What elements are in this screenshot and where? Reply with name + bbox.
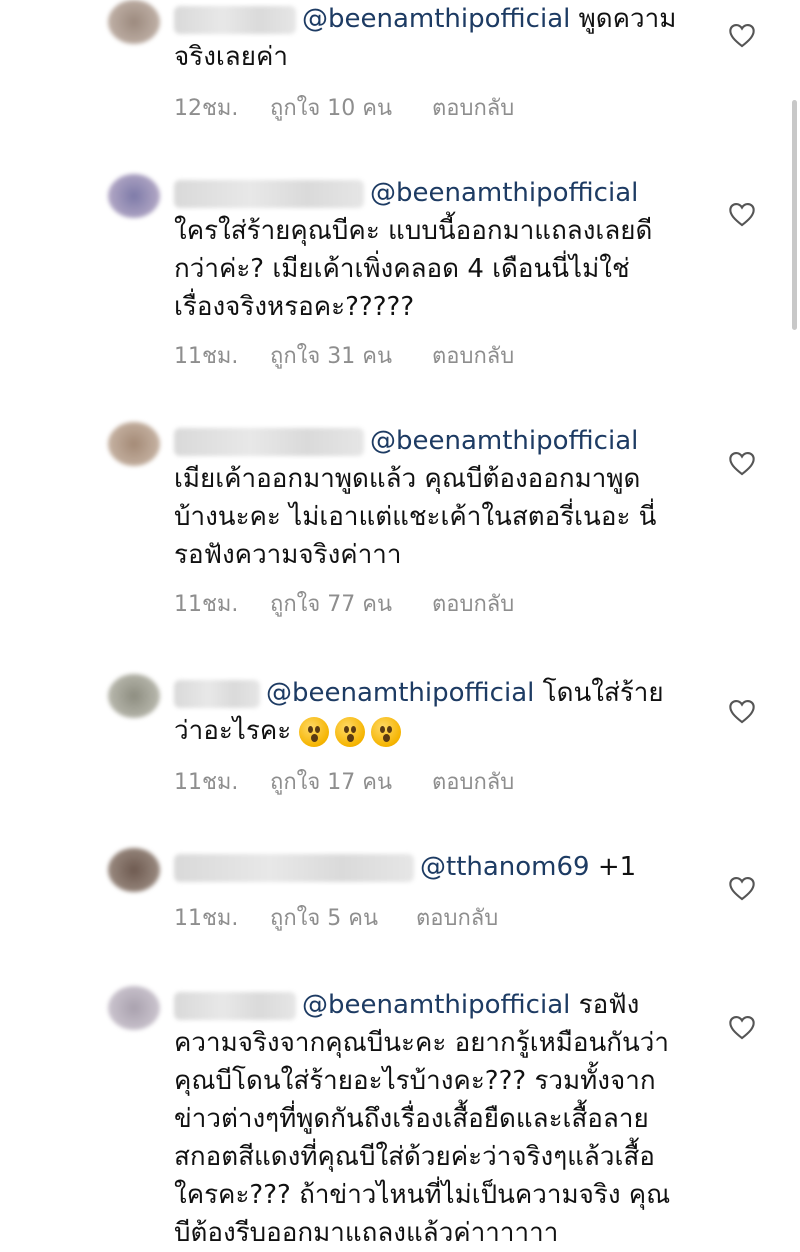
comment-meta: 11ชม. ถูกใจ 5 คน ตอบกลับ xyxy=(174,900,498,935)
heart-icon[interactable] xyxy=(728,22,756,48)
comment-text: ใครใส่ร้ายคุณบีคะ แบบนี้ออกมาแถลงเลยดี xyxy=(174,216,653,246)
like-count[interactable]: ถูกใจ 17 คน xyxy=(270,764,432,799)
mention-link[interactable]: @beenamthipofficial xyxy=(370,178,638,208)
comment-text: ว่าอะไรคะ xyxy=(174,716,292,746)
scrollbar[interactable] xyxy=(792,100,797,330)
like-count[interactable]: ถูกใจ 31 คน xyxy=(270,338,432,373)
comment-text: รอฟังความจริงค่าาา xyxy=(174,540,402,570)
comment-body: @beenamthipofficial พูดความ จริงเลยค่า xyxy=(174,0,704,76)
mention-link[interactable]: @tthanom69 xyxy=(420,852,590,882)
heart-icon[interactable] xyxy=(728,201,756,227)
comment-body: @beenamthipofficial รอฟัง ความจริงจากคุณ… xyxy=(174,986,704,1252)
username-blurred[interactable] xyxy=(174,5,296,34)
comment-body: @beenamthipofficial โดนใส่ร้าย ว่าอะไรคะ xyxy=(174,674,704,750)
comment-text: เมียเค้าออกมาพูดแล้ว คุณบีต้องออกมาพูด xyxy=(174,464,641,494)
comment-text: โดนใส่ร้าย xyxy=(542,678,664,708)
hushed-face-emoji xyxy=(371,716,402,747)
comment-meta: 12ชม. ถูกใจ 10 คน ตอบกลับ xyxy=(174,90,514,125)
comment-body: @beenamthipofficial ใครใส่ร้ายคุณบีคะ แบ… xyxy=(174,174,704,326)
username-blurred[interactable] xyxy=(174,179,364,208)
comment-text: เรื่องจริงหรอคะ????? xyxy=(174,292,415,322)
like-count[interactable]: ถูกใจ 77 คน xyxy=(270,586,432,621)
comment-text: +1 xyxy=(597,852,637,882)
comment-body: @tthanom69 +1 xyxy=(174,848,704,886)
mention-link[interactable]: @beenamthipofficial xyxy=(302,4,570,34)
comment-text: ความจริงจากคุณบีนะคะ อยากรู้เหมือนกันว่า xyxy=(174,1028,670,1058)
timestamp: 11ชม. xyxy=(174,906,239,931)
avatar[interactable] xyxy=(108,174,160,218)
username-blurred[interactable] xyxy=(174,427,364,456)
comment-text: ข่าวต่างๆที่พูดกันถึงเรื่องเสื้อยืดและเส… xyxy=(174,1104,649,1134)
like-count[interactable]: ถูกใจ 5 คน xyxy=(270,900,416,935)
avatar[interactable] xyxy=(108,674,160,718)
comment-meta: 11ชม. ถูกใจ 77 คน ตอบกลับ xyxy=(174,586,514,621)
avatar[interactable] xyxy=(108,422,160,466)
heart-icon[interactable] xyxy=(728,1014,756,1040)
username-blurred[interactable] xyxy=(174,853,414,882)
timestamp: 12ชม. xyxy=(174,96,239,121)
timestamp: 11ชม. xyxy=(174,770,239,795)
hushed-face-emoji xyxy=(299,716,330,747)
reply-button[interactable]: ตอบกลับ xyxy=(432,764,514,799)
comment-meta: 11ชม. ถูกใจ 17 คน ตอบกลับ xyxy=(174,764,514,799)
heart-icon[interactable] xyxy=(728,698,756,724)
username-blurred[interactable] xyxy=(174,991,296,1020)
comment-meta: 11ชม. ถูกใจ 31 คน ตอบกลับ xyxy=(174,338,514,373)
comment-text: จริงเลยค่า xyxy=(174,42,288,72)
avatar[interactable] xyxy=(108,0,160,44)
comment-text: ใครคะ??? ถ้าข่าวไหนที่ไม่เป็นความจริง คุ… xyxy=(174,1180,671,1210)
comment-text: บ้างนะคะ ไม่เอาแต่แชะเค้าในสตอรี่เนอะ นี… xyxy=(174,502,657,532)
reply-button[interactable]: ตอบกลับ xyxy=(416,900,498,935)
reply-button[interactable]: ตอบกลับ xyxy=(432,90,514,125)
mention-link[interactable]: @beenamthipofficial xyxy=(302,990,570,1020)
hushed-face-emoji xyxy=(335,716,366,747)
timestamp: 11ชม. xyxy=(174,344,239,369)
mention-link[interactable]: @beenamthipofficial xyxy=(370,426,638,456)
avatar[interactable] xyxy=(108,848,160,892)
comment-text: รอฟัง xyxy=(578,990,640,1020)
heart-icon[interactable] xyxy=(728,875,756,901)
comment-body: @beenamthipofficial เมียเค้าออกมาพูดแล้ว… xyxy=(174,422,704,574)
comment-text: คุณบีโดนใส่ร้ายอะไรบ้างคะ??? รวมทั้งจาก xyxy=(174,1066,656,1096)
reply-button[interactable]: ตอบกลับ xyxy=(432,586,514,621)
timestamp: 11ชม. xyxy=(174,592,239,617)
comment-text: สกอตสีแดงที่คุณบีใส่ด้วยค่ะว่าจริงๆแล้วเ… xyxy=(174,1142,655,1172)
heart-icon[interactable] xyxy=(728,450,756,476)
username-blurred[interactable] xyxy=(174,679,260,708)
mention-link[interactable]: @beenamthipofficial xyxy=(266,678,534,708)
avatar[interactable] xyxy=(108,986,160,1030)
reply-button[interactable]: ตอบกลับ xyxy=(432,338,514,373)
like-count[interactable]: ถูกใจ 10 คน xyxy=(270,90,432,125)
comment-text: กว่าค่ะ? เมียเค้าเพิ่งคลอด 4 เดือนนี่ไม่… xyxy=(174,254,630,284)
comment-text: พูดความ xyxy=(578,4,677,34)
